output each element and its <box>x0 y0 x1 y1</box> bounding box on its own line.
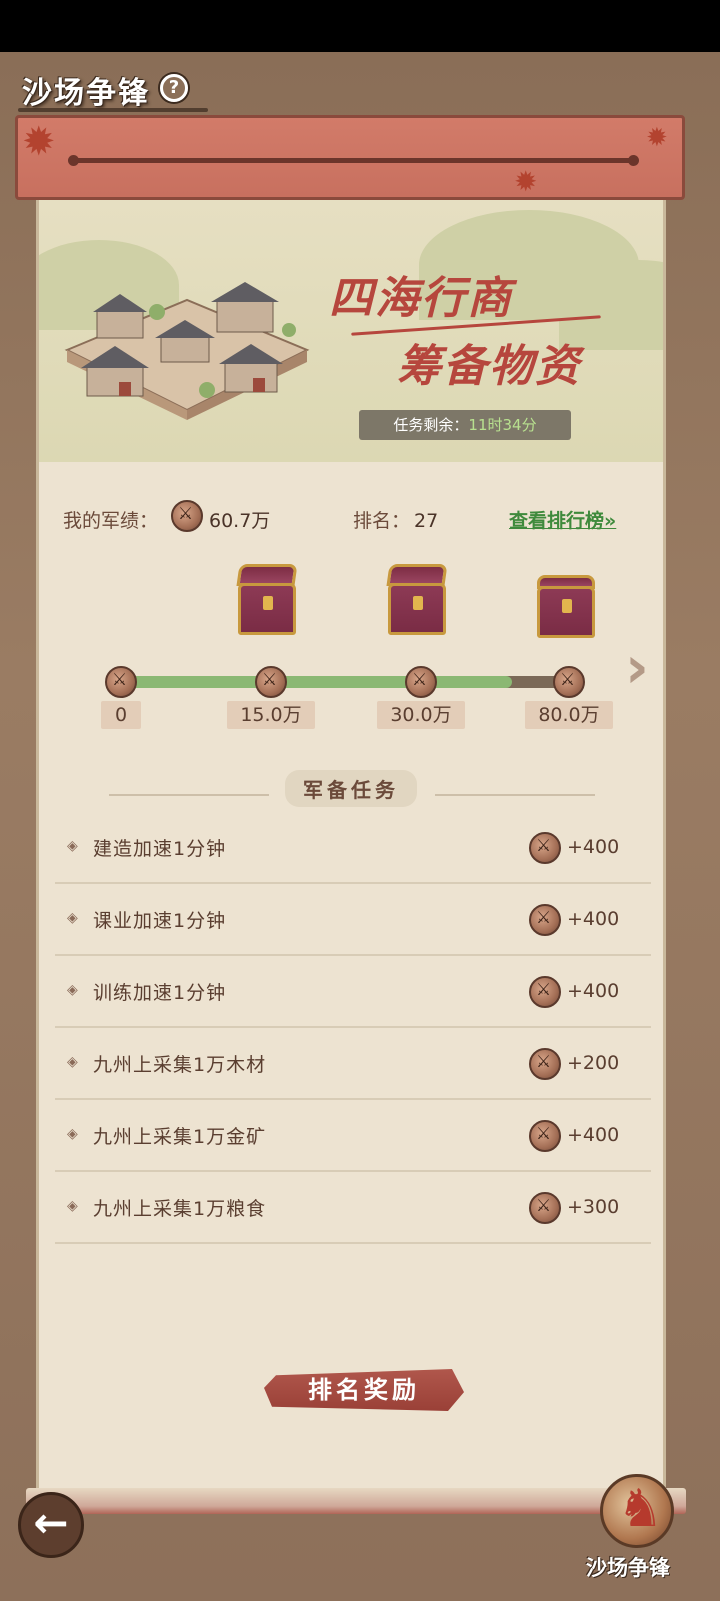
reward-chest-opened[interactable] <box>236 564 298 635</box>
timer-label: 任务剩余： <box>393 416 469 434</box>
task-points: +400 <box>567 908 620 930</box>
task-label: 建造加速1分钟 <box>93 838 227 860</box>
chest-lid <box>236 564 298 586</box>
scroll-top-roller: ✹ ✹ ✹ <box>15 115 685 200</box>
merit-coin-icon <box>529 976 561 1008</box>
maple-leaf-icon: ✹ <box>22 119 56 165</box>
rod-knob-left <box>68 155 79 166</box>
milestone-coin-icon <box>553 666 585 698</box>
diamond-bullet-icon: ◈ <box>67 1054 78 1070</box>
task-row: ◈ 建造加速1分钟 +400 <box>55 812 651 884</box>
timer-value: 11时34分 <box>468 416 537 434</box>
rank-label: 排名： <box>353 510 411 532</box>
fortress-illustration <box>64 282 310 420</box>
task-row: ◈ 九州上采集1万粮食 +300 <box>55 1172 651 1244</box>
merit-coin-icon <box>529 832 561 864</box>
status-bar <box>0 0 720 52</box>
task-points: +400 <box>567 1124 620 1146</box>
milestone-coin-icon <box>255 666 287 698</box>
diamond-bullet-icon: ◈ <box>67 838 78 854</box>
diamond-bullet-icon: ◈ <box>67 910 78 926</box>
diamond-bullet-icon: ◈ <box>67 1198 78 1214</box>
rank-value: 27 <box>414 510 439 532</box>
milestone-coin-icon <box>405 666 437 698</box>
maple-leaf-icon: ✹ <box>514 165 538 198</box>
cavalry-avatar-icon[interactable] <box>600 1474 674 1548</box>
section-header: 军备任务 <box>39 770 663 807</box>
task-points: +400 <box>567 836 620 858</box>
task-label: 课业加速1分钟 <box>93 910 227 932</box>
scroll-bottom-roller <box>26 1488 686 1514</box>
diamond-bullet-icon: ◈ <box>67 1126 78 1142</box>
reward-chest-closed[interactable] <box>537 575 595 638</box>
event-banner: 四海行商 筹备物资 任务剩余：11时34分 <box>39 200 663 462</box>
diamond-bullet-icon: ◈ <box>67 982 78 998</box>
merit-coin-icon <box>529 1048 561 1080</box>
merit-coin-icon <box>529 1120 561 1152</box>
chest-lid <box>537 575 595 589</box>
title-underline <box>18 108 208 112</box>
task-points: +200 <box>567 1052 620 1074</box>
chest-lock <box>562 599 572 613</box>
merit-label: 我的军绩： <box>63 510 159 532</box>
task-points: +300 <box>567 1196 620 1218</box>
banner-title-line2: 筹备物资 <box>397 341 581 392</box>
task-row: ◈ 课业加速1分钟 +400 <box>55 884 651 956</box>
merit-coin-icon <box>529 1192 561 1224</box>
ranking-reward-button[interactable]: 排名奖励 <box>264 1369 464 1411</box>
back-arrow-icon[interactable]: ← <box>18 1492 84 1558</box>
maple-leaf-icon: ✹ <box>646 123 668 153</box>
reward-chest-opened[interactable] <box>386 564 448 635</box>
merit-progress-fill <box>121 676 512 688</box>
merit-coin-icon <box>171 500 203 532</box>
milestone-label: 0 <box>101 701 141 729</box>
corner-event-label[interactable]: 沙场争锋 <box>586 1552 670 1582</box>
task-label: 训练加速1分钟 <box>93 982 227 1004</box>
chest-lock <box>413 596 423 610</box>
milestone-coin-icon <box>105 666 137 698</box>
page-title: 沙场争锋 <box>22 76 150 111</box>
task-row: ◈ 九州上采集1万金矿 +400 <box>55 1100 651 1172</box>
rank-display: 排名： 27 <box>353 506 438 533</box>
event-screen: 沙场争锋 ? ✹ ✹ ✹ 四海行商 筹备物资 任务剩余：11时34分 我的军绩：… <box>0 52 720 1601</box>
chest-lid <box>386 564 448 586</box>
section-title: 军备任务 <box>285 770 417 807</box>
task-points: +400 <box>567 980 620 1002</box>
task-row: ◈ 训练加速1分钟 +400 <box>55 956 651 1028</box>
chevron-right-icon[interactable]: › <box>625 638 665 696</box>
task-label: 九州上采集1万粮食 <box>93 1198 267 1220</box>
help-icon[interactable]: ? <box>160 74 188 102</box>
merit-coin-icon <box>529 904 561 936</box>
banner-title-line1: 四海行商 <box>329 273 513 324</box>
scroll-rod <box>73 158 633 163</box>
task-timer: 任务剩余：11时34分 <box>359 410 571 440</box>
milestone-label: 30.0万 <box>377 701 465 729</box>
merit-value: 60.7万 <box>209 510 271 532</box>
milestone-label: 80.0万 <box>525 701 613 729</box>
parchment-panel: 四海行商 筹备物资 任务剩余：11时34分 我的军绩： 60.7万 排名：27 … <box>36 200 666 1495</box>
rod-knob-right <box>628 155 639 166</box>
merit-stats-row: 我的军绩： 60.7万 排名：27 查看排行榜» <box>63 500 643 536</box>
task-label: 九州上采集1万金矿 <box>93 1126 267 1148</box>
chest-lock <box>263 596 273 610</box>
task-row: ◈ 九州上采集1万木材 +200 <box>55 1028 651 1100</box>
view-ranking-link[interactable]: 查看排行榜» <box>509 506 616 533</box>
milestone-label: 15.0万 <box>227 701 315 729</box>
task-label: 九州上采集1万木材 <box>93 1054 267 1076</box>
